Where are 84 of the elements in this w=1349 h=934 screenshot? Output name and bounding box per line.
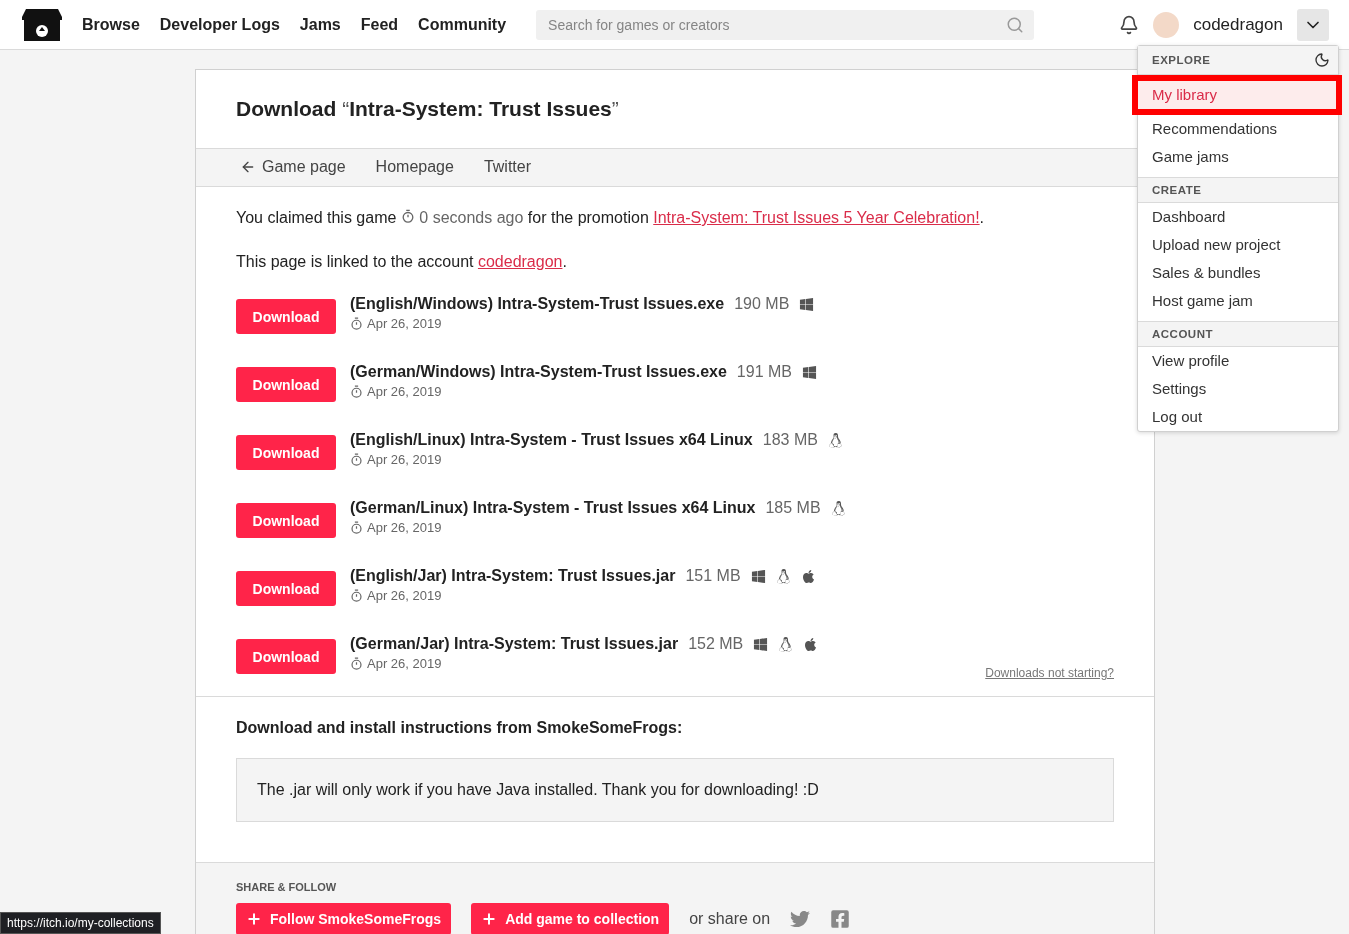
stopwatch-icon: [350, 657, 363, 670]
search-field[interactable]: Search for games or creators: [536, 9, 1035, 40]
file-date: Apr 26, 2019: [367, 588, 442, 603]
file-size: 191 MB: [736, 363, 792, 381]
penguin-icon: [775, 568, 791, 584]
windows-icon: [750, 568, 766, 584]
windows-icon: [753, 636, 769, 652]
section-title: ACCOUNT: [1152, 328, 1213, 340]
tab-link[interactable]: Homepage: [375, 158, 454, 176]
file-name: (English/Windows) Intra-System-Trust Issues.exe: [350, 295, 725, 313]
file-name: (German/Jar) Intra-System: Trust Issues.jar: [350, 635, 679, 653]
stopwatch-icon: [350, 521, 363, 534]
penguin-icon: [827, 432, 843, 448]
menu-item[interactable]: Game jams: [1138, 143, 1338, 171]
menu-item[interactable]: Recommendations: [1138, 115, 1338, 143]
plus-icon: [246, 911, 262, 927]
menu-item[interactable]: Log out: [1138, 403, 1338, 431]
nav-link[interactable]: Jams: [299, 15, 341, 34]
file-size: 152 MB: [688, 635, 744, 653]
stopwatch-icon: [350, 317, 363, 330]
nav-link[interactable]: Community: [418, 15, 507, 34]
account-text: This page is linked to the account codedragon.: [236, 252, 568, 272]
nav-link[interactable]: Developer Logs: [159, 15, 280, 34]
file-name: (English/Jar) Intra-System: Trust Issues.jar: [350, 567, 676, 585]
promotion-link[interactable]: Intra-System: Trust Issues 5 Year Celebration!: [653, 209, 980, 226]
file-date: Apr 26, 2019: [367, 656, 442, 671]
file-size: 151 MB: [685, 567, 741, 585]
file-date: Apr 26, 2019: [367, 384, 442, 399]
apple-icon: [800, 568, 816, 584]
claim-text: You claimed this game 0 seconds ago for the promotion Intra-System: Trust Issues 5 Year Celebration!.: [236, 208, 986, 228]
twitter-icon[interactable]: [790, 909, 811, 929]
stopwatch-icon: [350, 385, 363, 398]
share-label: or share on: [689, 910, 771, 928]
file-date: Apr 26, 2019: [367, 452, 442, 467]
menu-item[interactable]: Settings: [1138, 375, 1338, 403]
penguin-icon: [830, 500, 846, 516]
download-button[interactable]: Download: [236, 571, 336, 606]
file-size: 183 MB: [762, 431, 818, 449]
account-link[interactable]: codedragon: [477, 253, 563, 270]
stopwatch-icon: [400, 209, 415, 223]
menu-item[interactable]: Host game jam: [1138, 287, 1338, 315]
logo-icon[interactable]: [22, 6, 62, 43]
nav-link[interactable]: Feed: [360, 15, 399, 34]
instructions-text: The .jar will only work if you have Java installed. Thank you for downloading! :D: [236, 758, 1114, 822]
windows-icon: [799, 296, 815, 312]
status-url: https://itch.io/my-collections: [0, 912, 161, 934]
menu-item[interactable]: Upload new project: [1138, 231, 1338, 259]
page-title: Download “Intra-System: Trust Issues”: [235, 96, 620, 122]
file-date: Apr 26, 2019: [367, 316, 442, 331]
bell-icon[interactable]: [1119, 14, 1140, 35]
stopwatch-icon: [350, 453, 363, 466]
search-input[interactable]: Search for games or creators: [546, 15, 1007, 34]
share-title: SHARE & FOLLOW: [236, 881, 338, 893]
download-button[interactable]: Download: [236, 299, 336, 334]
file-name: (German/Windows) Intra-System-Trust Issues.exe: [350, 363, 727, 381]
stopwatch-icon: [350, 589, 363, 602]
moon-icon[interactable]: [1314, 52, 1330, 68]
download-button[interactable]: Download: [236, 367, 336, 402]
tab-link[interactable]: Game page: [240, 158, 346, 176]
menu-item[interactable]: View profile: [1138, 347, 1338, 375]
file-name: (English/Linux) Intra-System - Trust Issues x64 Linux: [350, 431, 753, 449]
penguin-icon: [778, 636, 794, 652]
file-date: Apr 26, 2019: [367, 520, 442, 535]
facebook-icon[interactable]: [830, 909, 851, 929]
menu-item[interactable]: Sales & bundles: [1138, 259, 1338, 287]
collection-button[interactable]: Add game to collection: [471, 903, 670, 934]
file-size: 190 MB: [734, 295, 790, 313]
apple-icon: [803, 636, 819, 652]
nav-link[interactable]: Browse: [82, 15, 140, 34]
download-button[interactable]: Download: [236, 639, 336, 674]
tab-link[interactable]: Twitter: [483, 158, 531, 176]
file-name: (German/Linux) Intra-System - Trust Issues x64 Linux: [350, 499, 756, 517]
section-title: CREATE: [1152, 184, 1202, 196]
follow-button[interactable]: Follow SmokeSomeFrogs: [236, 903, 452, 934]
menu-item[interactable]: Dashboard: [1138, 203, 1338, 231]
section-title: EXPLORE: [1152, 54, 1211, 66]
instructions-title: Download and install instructions from SmokeSomeFrogs:: [236, 719, 684, 737]
help-link[interactable]: Downloads not starting?: [985, 666, 1114, 680]
menu-toggle-button[interactable]: [1297, 8, 1329, 41]
file-size: 185 MB: [765, 499, 821, 517]
windows-icon: [802, 364, 817, 380]
download-button[interactable]: Download: [236, 435, 336, 470]
download-button[interactable]: Download: [236, 503, 336, 538]
username[interactable]: codedragon: [1193, 14, 1283, 35]
